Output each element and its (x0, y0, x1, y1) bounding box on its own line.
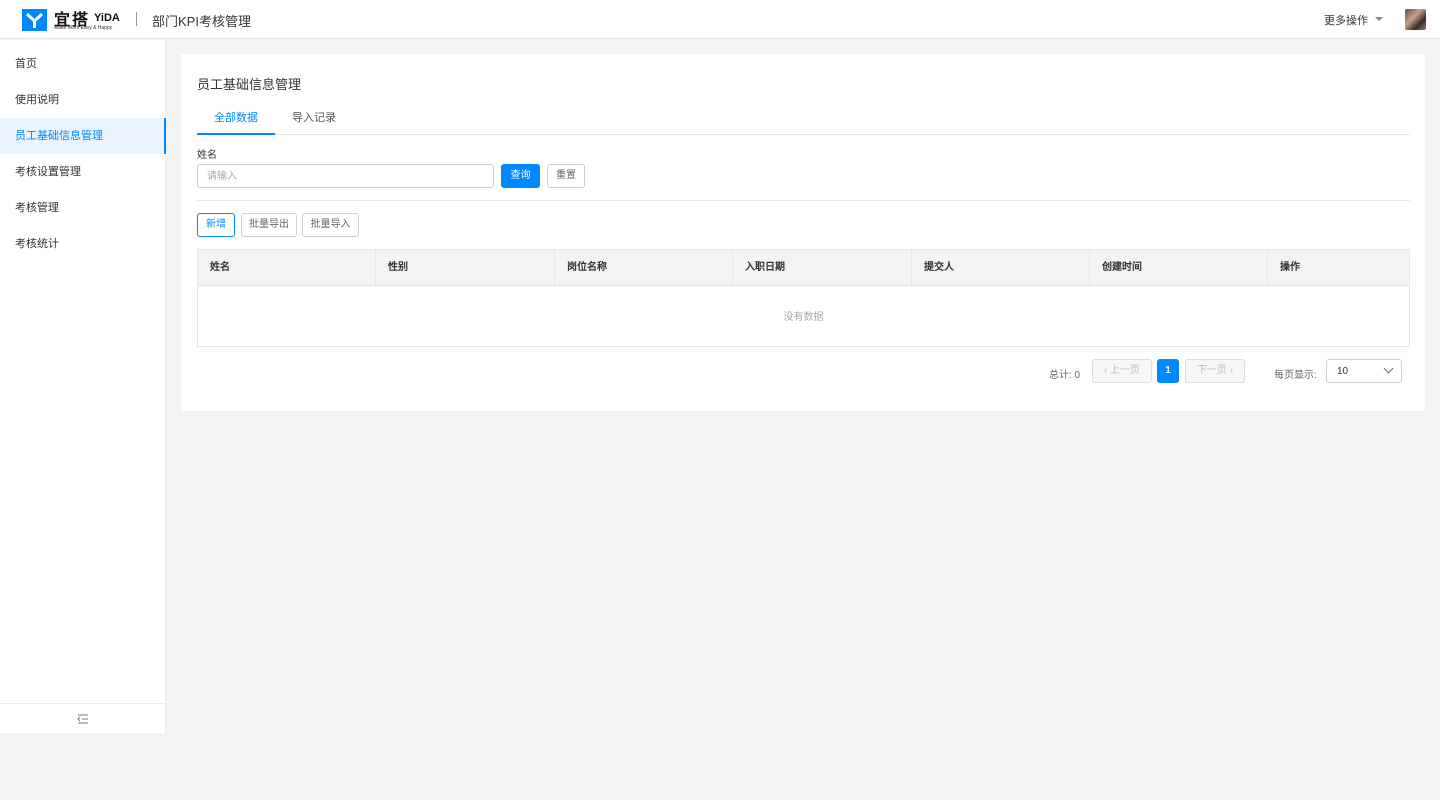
sidebar: 首页 使用说明 员工基础信息管理 考核设置管理 考核管理 考核统计 (0, 40, 166, 733)
next-page-label: 下一页 (1196, 365, 1227, 376)
name-search-input[interactable] (197, 164, 494, 188)
tab-import-records[interactable]: 导入记录 (275, 104, 353, 135)
top-bar: 宜搭 YiDA Make Work Easy & Happy 部门KPI考核管理… (0, 0, 1440, 39)
main-card: 员工基础信息管理 全部数据 导入记录 姓名 查询 重置 新增 批量导出 批量导入… (181, 54, 1425, 411)
column-header-gender[interactable]: 性别 (376, 250, 555, 286)
reset-button[interactable]: 重置 (547, 164, 585, 188)
collapse-sidebar-icon[interactable] (77, 714, 89, 724)
column-header-hire-date[interactable]: 入职日期 (733, 250, 912, 286)
app-title: 部门KPI考核管理 (152, 14, 251, 29)
empty-state-text: 没有数据 (783, 312, 824, 323)
user-avatar[interactable] (1405, 9, 1426, 30)
brand-name-en: YiDA (94, 12, 120, 24)
batch-import-button[interactable]: 批量导入 (302, 213, 359, 237)
sidebar-item-assessment-management[interactable]: 考核管理 (0, 190, 166, 226)
search-button[interactable]: 查询 (501, 164, 540, 188)
table-header: 姓名 性别 岗位名称 入职日期 提交人 创建时间 操作 (198, 250, 1409, 286)
add-button[interactable]: 新增 (197, 213, 235, 237)
data-table: 姓名 性别 岗位名称 入职日期 提交人 创建时间 操作 没有数据 (197, 249, 1410, 347)
caret-down-icon[interactable] (1375, 17, 1383, 21)
column-header-actions[interactable]: 操作 (1268, 250, 1409, 286)
pagination-total: 总计: 0 (1049, 370, 1081, 381)
column-header-submitter[interactable]: 提交人 (912, 250, 1090, 286)
sidebar-item-employee-info[interactable]: 员工基础信息管理 (0, 118, 166, 154)
brand-tagline: Make Work Easy & Happy (54, 25, 113, 31)
page-size-label: 每页显示: (1274, 370, 1317, 381)
page-size-value: 10 (1337, 366, 1349, 377)
column-header-position[interactable]: 岗位名称 (555, 250, 733, 286)
sidebar-item-assessment-stats[interactable]: 考核统计 (0, 226, 166, 262)
next-page-button[interactable]: 下一页 › (1185, 359, 1245, 383)
yida-logo-icon[interactable] (22, 9, 47, 31)
name-filter-label: 姓名 (197, 150, 217, 161)
sidebar-footer (0, 703, 166, 733)
page-number-current[interactable]: 1 (1157, 359, 1179, 383)
prev-page-label: 上一页 (1110, 365, 1141, 376)
tab-bar: 全部数据 导入记录 (197, 104, 1410, 135)
sidebar-item-instructions[interactable]: 使用说明 (0, 82, 166, 118)
column-header-name[interactable]: 姓名 (198, 250, 376, 286)
column-header-created-time[interactable]: 创建时间 (1090, 250, 1268, 286)
chevron-right-icon: › (1226, 365, 1234, 376)
filter-divider (197, 200, 1410, 201)
sidebar-item-assessment-settings[interactable]: 考核设置管理 (0, 154, 166, 190)
batch-export-button[interactable]: 批量导出 (241, 213, 297, 237)
prev-page-button[interactable]: ‹ 上一页 (1092, 359, 1152, 383)
page-size-select[interactable]: 10 (1326, 359, 1402, 383)
page-title: 员工基础信息管理 (197, 77, 302, 92)
header-divider (136, 12, 137, 26)
tab-all-data[interactable]: 全部数据 (197, 104, 275, 135)
sidebar-item-home[interactable]: 首页 (0, 46, 166, 82)
more-operations-menu[interactable]: 更多操作 (1324, 12, 1368, 28)
chevron-down-icon (1383, 363, 1394, 374)
